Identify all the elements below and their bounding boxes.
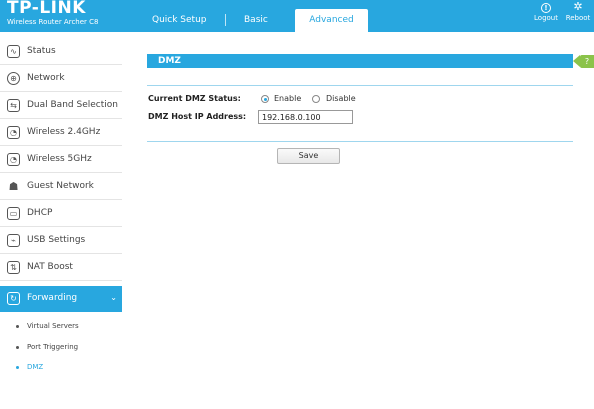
help-icon[interactable]: ? (580, 55, 594, 68)
disable-radio-label[interactable]: Disable (326, 94, 356, 103)
sidebar-item-label: Network (27, 73, 65, 83)
wifi-icon: ◔ (7, 126, 20, 139)
forwarding-icon: ↻ (7, 292, 20, 305)
sub-item-port-triggering[interactable]: Port Triggering (0, 339, 122, 359)
sidebar-item-label: Dual Band Selection (27, 100, 118, 110)
sidebar-item-label: Wireless 5GHz (27, 154, 92, 164)
bullet-icon (16, 366, 19, 369)
enable-radio-label[interactable]: Enable (274, 94, 301, 103)
brand-logo: TP-LINK (7, 0, 86, 18)
router-model: Wireless Router Archer C8 (7, 18, 99, 26)
tab-basic[interactable]: Basic (244, 9, 272, 32)
reboot-button[interactable]: ✲ Reboot (563, 0, 593, 22)
dmz-host-ip-input[interactable] (258, 110, 353, 124)
sub-item-label: Virtual Servers (27, 322, 79, 330)
sidebar-item-guest-network[interactable]: ☗ Guest Network (0, 174, 122, 200)
sidebar-item-label: NAT Boost (27, 262, 73, 272)
logout-button[interactable]: ! Logout (531, 0, 561, 22)
status-icon: ∿ (7, 45, 20, 58)
reboot-label: Reboot (565, 14, 591, 22)
dmz-host-ip-label: DMZ Host IP Address: (148, 112, 247, 121)
nat-icon: ⇅ (7, 261, 20, 274)
sidebar-item-forwarding[interactable]: ↻ Forwarding ⌄ (0, 286, 122, 312)
section-title: DMZ (158, 56, 181, 66)
sidebar-item-network[interactable]: ⊕ Network (0, 66, 122, 92)
router-admin-page: TP-LINK Wireless Router Archer C8 Quick … (0, 0, 594, 409)
sidebar-item-label: Guest Network (27, 181, 94, 191)
bullet-icon (16, 325, 19, 328)
sub-item-dmz[interactable]: DMZ (0, 359, 122, 379)
monitor-icon: ▭ (7, 207, 20, 220)
sidebar-item-wireless-5ghz[interactable]: ◔ Wireless 5GHz (0, 147, 122, 173)
disable-radio[interactable] (312, 95, 320, 103)
logout-label: Logout (534, 14, 558, 22)
sub-item-label: DMZ (27, 363, 44, 371)
sidebar-item-usb-settings[interactable]: ⌁ USB Settings (0, 228, 122, 254)
logout-icon: ! (531, 0, 561, 14)
tab-quick-setup[interactable]: Quick Setup (152, 9, 210, 32)
sidebar-item-wireless-24ghz[interactable]: ◔ Wireless 2.4GHz (0, 120, 122, 146)
sidebar-item-status[interactable]: ∿ Status (0, 39, 122, 65)
sidebar-item-label: Wireless 2.4GHz (27, 127, 101, 137)
sub-item-label: Port Triggering (27, 343, 79, 351)
help-tab-arrow (573, 55, 580, 67)
sidebar-item-dual-band-selection[interactable]: ⇆ Dual Band Selection (0, 93, 122, 119)
sidebar-item-label: Status (27, 46, 56, 56)
enable-radio[interactable] (261, 95, 269, 103)
sub-item-virtual-servers[interactable]: Virtual Servers (0, 318, 122, 338)
sidebar-item-nat-boost[interactable]: ⇅ NAT Boost (0, 255, 122, 281)
reboot-icon: ✲ (573, 0, 583, 13)
top-header: TP-LINK Wireless Router Archer C8 Quick … (0, 0, 594, 32)
usb-icon: ⌁ (7, 234, 20, 247)
chevron-down-icon: ⌄ (110, 293, 117, 302)
sidebar-item-label: Forwarding (27, 293, 78, 303)
guest-users-icon: ☗ (8, 180, 19, 193)
divider (147, 85, 573, 86)
tab-divider (225, 14, 226, 26)
sidebar: ∿ Status ⊕ Network ⇆ Dual Band Selection… (0, 39, 122, 374)
save-button[interactable]: Save (277, 148, 340, 164)
wifi-icon: ◔ (7, 153, 20, 166)
sidebar-item-dhcp[interactable]: ▭ DHCP (0, 201, 122, 227)
globe-icon: ⊕ (7, 72, 20, 85)
section-header: DMZ (147, 54, 573, 68)
sidebar-item-label: USB Settings (27, 235, 86, 245)
dual-band-icon: ⇆ (7, 99, 20, 112)
sidebar-item-label: DHCP (27, 208, 53, 218)
divider (147, 141, 573, 142)
bullet-icon (16, 346, 19, 349)
dmz-status-label: Current DMZ Status: (148, 94, 241, 103)
tab-advanced[interactable]: Advanced (295, 9, 368, 32)
